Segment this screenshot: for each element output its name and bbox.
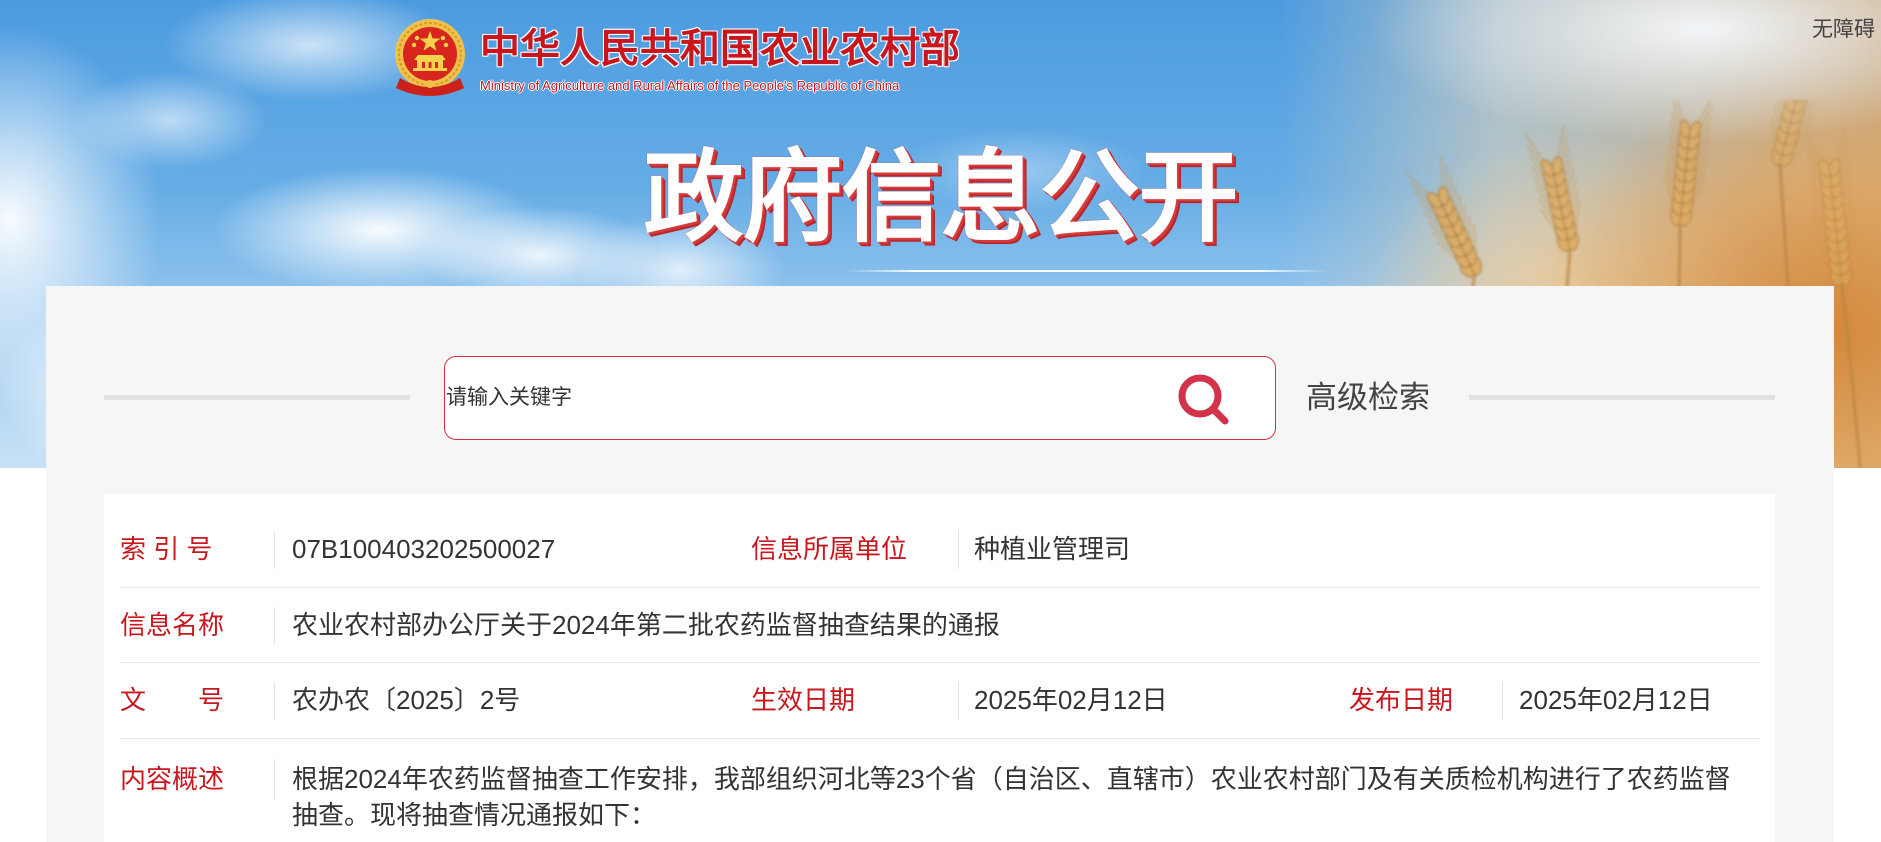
column-separator [274,759,275,799]
title-underline [846,270,1328,272]
info-row: 索 引 号 07B100403202500027 信息所属单位 种植业管理司 [120,512,1760,588]
index-number-label: 索 引 号 [120,534,213,564]
info-title-label: 信息名称 [120,610,225,640]
column-separator [274,682,275,720]
column-separator [1502,682,1503,720]
document-number-value: 农办农〔2025〕2号 [292,685,521,715]
national-emblem-icon [395,19,465,96]
summary-label: 内容概述 [120,764,225,794]
search-divider-left [104,395,410,400]
info-table: 索 引 号 07B100403202500027 信息所属单位 种植业管理司 信… [104,494,1775,842]
search-input[interactable] [446,358,1146,438]
info-row: 内容概述 根据2024年农药监督抽查工作安排，我部组织河北等23个省（自治区、直… [120,739,1760,842]
info-row: 文 号 农办农〔2025〕2号 生效日期 2025年02月12日 发布日期 20… [120,663,1760,739]
ministry-name-en: Ministry of Agriculture and Rural Affair… [480,78,900,93]
summary-value: 根据2024年农药监督抽查工作安排，我部组织河北等23个省（自治区、直辖市）农业… [292,764,1731,830]
search-button[interactable] [1175,371,1233,429]
column-separator [274,531,275,569]
publish-date-label: 发布日期 [1349,685,1454,715]
issuing-unit-label: 信息所属单位 [751,534,908,564]
document-number-label: 文 号 [120,685,225,715]
publish-date-value: 2025年02月12日 [1519,685,1713,715]
site-logo-link[interactable]: 中华人民共和国农业农村部 Ministry of Agriculture and… [392,16,972,100]
search-icon [1178,374,1229,425]
section-title: 政府信息公开 [643,142,1239,254]
search-box[interactable] [444,356,1276,440]
accessibility-link[interactable]: 无障碍 [1812,18,1878,42]
column-separator [958,682,959,720]
info-row: 信息名称 农业农村部办公厅关于2024年第二批农药监督抽查结果的通报 [120,588,1760,663]
info-title-value: 农业农村部办公厅关于2024年第二批农药监督抽查结果的通报 [292,610,1000,640]
search-divider-right [1469,395,1775,400]
advanced-search-link[interactable]: 高级检索 [1306,377,1430,419]
ministry-name-cn: 中华人民共和国农业农村部 [480,26,960,71]
content-panel: 高级检索 索 引 号 07B100403202500027 信息所属单位 种植业… [46,286,1834,842]
effective-date-value: 2025年02月12日 [974,685,1168,715]
column-separator [958,531,959,569]
index-number-value: 07B100403202500027 [292,534,556,564]
column-separator [274,607,275,645]
issuing-unit-value: 种植业管理司 [974,534,1131,564]
effective-date-label: 生效日期 [751,685,856,715]
